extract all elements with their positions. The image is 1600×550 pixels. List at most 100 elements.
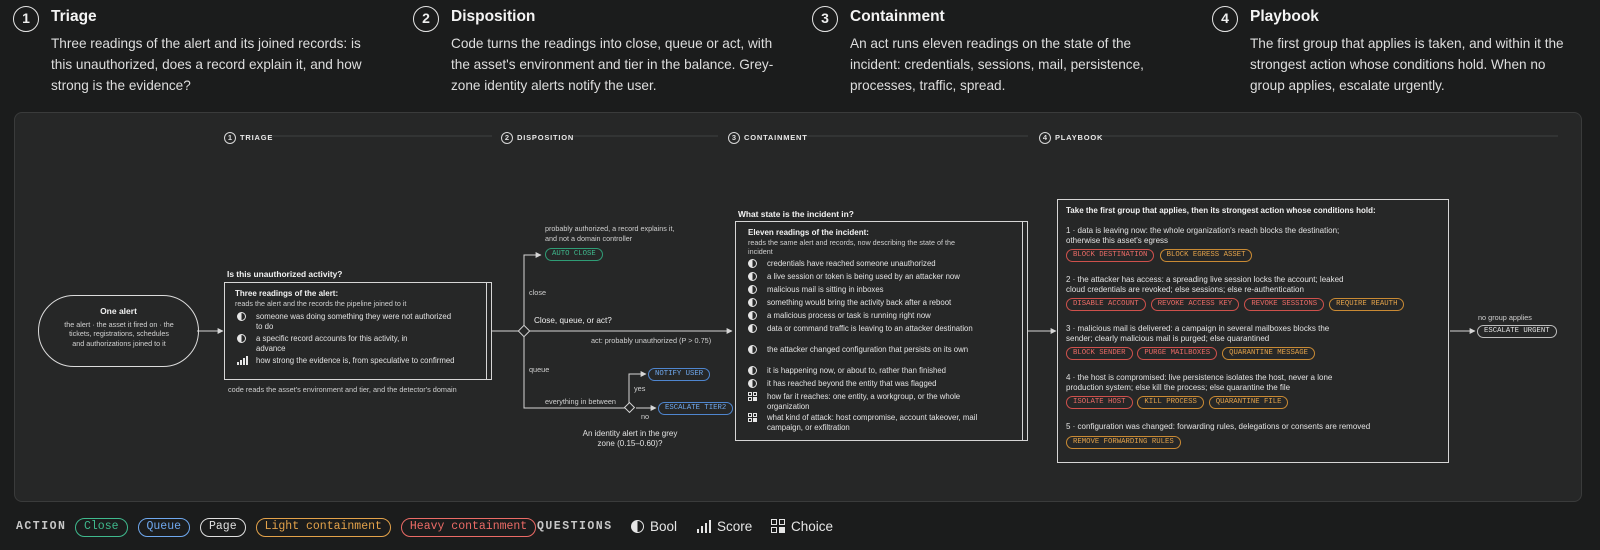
choice-icon	[771, 519, 785, 536]
legend-action-heading: ACTION	[16, 520, 67, 533]
decision-diamond	[517, 324, 531, 338]
triage-box-inner: Three readings of the alert: reads the a…	[225, 283, 487, 379]
legend-action-light: Light containment	[255, 518, 391, 537]
section-number: 1	[224, 131, 236, 144]
disposition-question: Close, queue, or act?	[534, 316, 612, 325]
bool-icon	[748, 298, 758, 308]
playbook-action: BLOCK SENDER	[1066, 347, 1133, 360]
playbook-group-text: 1 · data is leaving now: the whole organ…	[1066, 226, 1340, 245]
playbook-action: KILL PROCESS	[1137, 396, 1204, 409]
containment-reading-text: it has reached beyond the entity that wa…	[767, 379, 937, 388]
section-header-triage: 1 TRIAGE	[224, 129, 274, 144]
bool-icon	[631, 520, 644, 536]
section-header-disposition: 2 DISPOSITION	[501, 129, 575, 144]
playbook-group-text: 2 · the attacker has access: a spreading…	[1066, 275, 1344, 294]
choice-icon	[748, 413, 758, 423]
legend-action-close: Close	[75, 518, 128, 537]
notify-user-action: NOTIFY USER	[648, 368, 711, 381]
containment-reading-text: something would bring the activity back …	[767, 298, 952, 307]
triage-box-subtitle: reads the alert and the records the pipe…	[235, 299, 407, 308]
playbook-group-text: 4 · the host is compromised: live persis…	[1066, 373, 1333, 392]
playbook-title: Take the first group that applies, then …	[1066, 206, 1376, 215]
start-node-title: One alert	[100, 306, 137, 316]
bool-icon	[748, 366, 758, 376]
legend-question-label: Bool	[650, 519, 678, 534]
score-icon	[697, 520, 712, 536]
close-branch-label: close	[529, 288, 547, 297]
grey-zone-diamond	[623, 401, 636, 414]
playbook-action: DISABLE ACCOUNT	[1066, 298, 1146, 311]
containment-reading-text: credentials have reached someone unautho…	[767, 259, 936, 268]
choice-icon	[748, 392, 758, 402]
containment-box-subtitle: reads the same alert and records, now de…	[748, 238, 955, 256]
legend-action-queue: Queue	[137, 518, 191, 537]
playbook-action: ISOLATE HOST	[1066, 396, 1133, 409]
legend-question-choice: Choice	[771, 519, 833, 536]
section-number: 4	[1039, 131, 1051, 144]
bool-icon	[748, 345, 758, 355]
act-branch-label: act: probably unauthorized (P > 0.75)	[591, 336, 712, 345]
start-node-desc: the alert · the asset it fired on · the …	[64, 320, 174, 348]
legend-question-label: Choice	[791, 519, 834, 534]
triage-reading-text: how strong the evidence is, from specula…	[256, 356, 455, 365]
score-icon	[237, 356, 248, 366]
yes-label: yes	[634, 384, 646, 393]
legend-action-page: Page	[200, 518, 246, 537]
playbook-group-text: 3 · malicious mail is delivered: a campa…	[1066, 324, 1330, 343]
queue-branch-label: queue	[529, 365, 550, 374]
section-header-playbook: 4 PLAYBOOK	[1039, 129, 1103, 144]
grey-zone-question: An identity alert in the grey zone (0.15…	[582, 429, 678, 448]
section-label: TRIAGE	[240, 133, 274, 143]
containment-question: What state is the incident in?	[738, 209, 854, 219]
legend-action-heavy: Heavy containment	[400, 518, 537, 537]
section-header-containment: 3 CONTAINMENT	[728, 129, 808, 144]
containment-reading-text: how far it reaches: one entity, a workgr…	[767, 392, 961, 411]
triage-question: Is this unauthorized activity?	[227, 269, 343, 279]
playbook-action: BLOCK DESTINATION	[1066, 249, 1155, 262]
bool-icon	[748, 259, 758, 269]
bool-icon	[748, 285, 758, 295]
containment-box-outer: Eleven readings of the incident: reads t…	[735, 221, 1028, 441]
containment-box-inner: Eleven readings of the incident: reads t…	[736, 222, 1023, 440]
playbook-action: REMOVE FORWARDING RULES	[1066, 436, 1181, 449]
containment-reading-text: a live session or token is being used by…	[767, 272, 960, 281]
no-label: no	[641, 412, 650, 421]
containment-reading-text: a malicious process or task is running r…	[767, 311, 931, 320]
playbook-action: REVOKE ACCESS KEY	[1150, 298, 1240, 311]
playbook-action: REQUIRE REAUTH	[1329, 298, 1405, 311]
containment-reading-text: what kind of attack: host compromise, ac…	[767, 413, 978, 432]
section-number: 2	[501, 131, 513, 144]
triage-box-outer: Three readings of the alert: reads the a…	[224, 282, 492, 380]
containment-reading-text: the attacker changed configuration that …	[767, 345, 969, 354]
legend-question-label: Score	[717, 519, 753, 534]
section-label: DISPOSITION	[517, 133, 575, 143]
playbook-action: QUARANTINE FILE	[1208, 396, 1289, 409]
no-group-label: no group applies	[1478, 313, 1532, 322]
playbook-action: REVOKE SESSIONS	[1244, 298, 1325, 311]
escalate-tier2-action: ESCALATE TIER2	[658, 402, 734, 415]
bool-icon	[748, 324, 758, 334]
between-label: everything in between	[545, 397, 616, 406]
auto-close-action: AUTO CLOSE	[545, 248, 603, 261]
close-condition-note: probably authorized, a record explains i…	[545, 224, 675, 243]
bool-icon	[748, 311, 758, 321]
legend-question-bool: Bool	[631, 519, 677, 536]
playbook-action: QUARANTINE MESSAGE	[1222, 347, 1315, 360]
playbook-action: BLOCK EGRESS ASSET	[1159, 249, 1253, 262]
containment-reading-text: malicious mail is sitting in inboxes	[767, 285, 884, 294]
legend-questions-heading: QUESTIONS	[537, 520, 613, 533]
playbook-action: PURGE MAILBOXES	[1137, 347, 1218, 360]
bool-icon	[748, 272, 758, 282]
section-label: CONTAINMENT	[744, 133, 808, 143]
triage-box-title: Three readings of the alert:	[235, 289, 339, 298]
bool-icon	[748, 379, 758, 389]
start-node-one-alert: One alert the alert · the asset it fired…	[38, 295, 199, 367]
section-number: 3	[728, 131, 740, 144]
playbook-group-text: 5 · configuration was changed: forwardin…	[1066, 422, 1371, 431]
escalate-urgent-action: ESCALATE URGENT	[1477, 325, 1557, 338]
bool-icon	[237, 334, 247, 344]
containment-box-title: Eleven readings of the incident:	[748, 228, 869, 237]
triage-reading-text: a specific record accounts for this acti…	[256, 334, 408, 353]
triage-footnote: code reads the asset's environment and t…	[228, 385, 457, 394]
containment-reading-text: it is happening now, or about to, rather…	[767, 366, 947, 375]
